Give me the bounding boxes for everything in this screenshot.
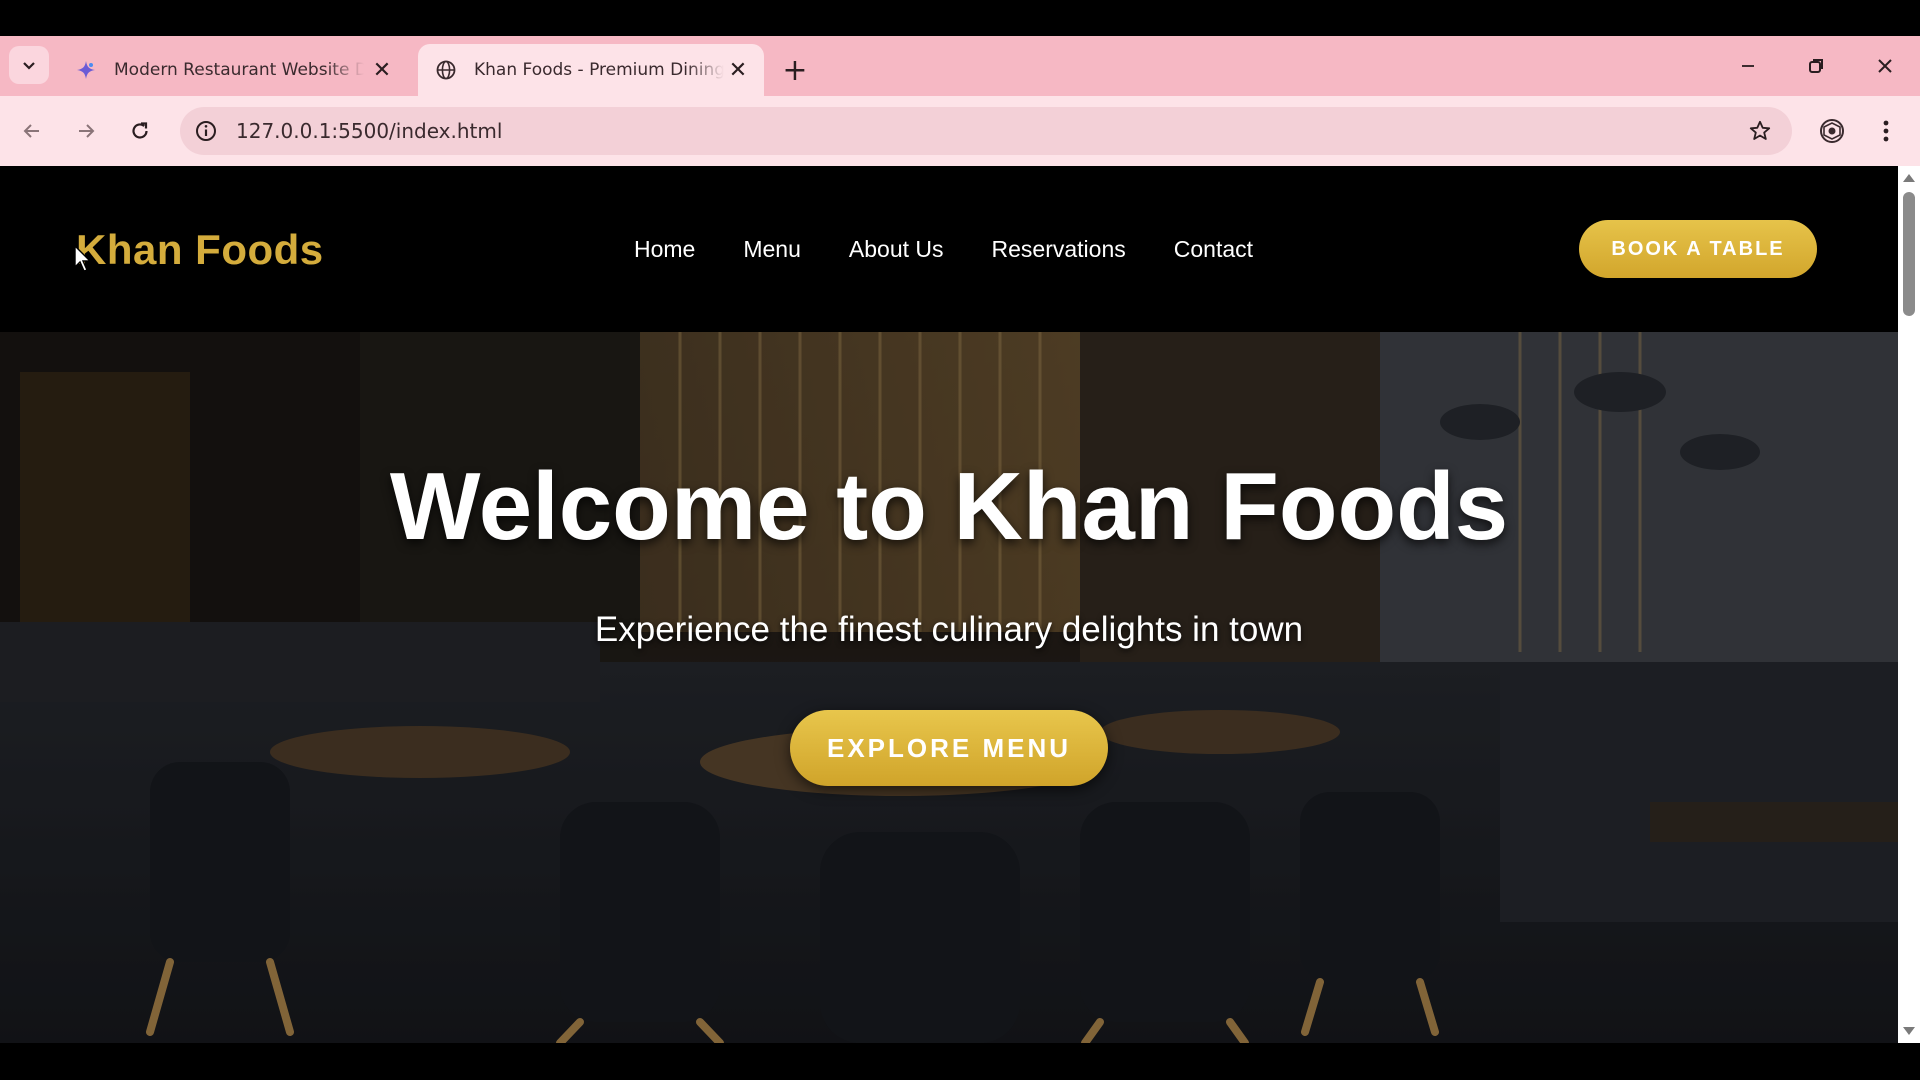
url-text: 127.0.0.1:5500/index.html [236,119,503,143]
back-button[interactable] [12,111,52,151]
arrow-right-icon [79,124,95,138]
site-logo[interactable]: Khan Foods [76,226,324,274]
explore-menu-button[interactable]: EXPLORE MENU [790,710,1108,786]
minimize-icon [1742,65,1754,67]
reload-button[interactable] [120,111,160,151]
close-tab-icon[interactable]: ✕ [726,57,750,82]
main-nav: Home Menu About Us Reservations Contact [634,236,1253,263]
tab-search-button[interactable] [9,46,49,84]
hero-subtitle: Experience the finest culinary delights … [594,610,1304,649]
mouse-cursor-icon [74,245,92,272]
tab-modern-restaurant[interactable]: Modern Restaurant Website Design ✕ [58,44,408,96]
globe-icon [434,58,458,82]
tab-title: Modern Restaurant Website Design [114,60,364,80]
reload-icon [132,122,148,139]
nav-reservations[interactable]: Reservations [992,236,1126,263]
browser-menu-button[interactable] [1870,113,1902,149]
restore-button[interactable] [1796,50,1836,82]
page-scrollbar[interactable] [1898,166,1920,1043]
tab-khan-foods[interactable]: Khan Foods - Premium Dining Experience ✕ [418,44,764,96]
scroll-up-arrow-icon[interactable] [1903,174,1915,182]
tab-title: Khan Foods - Premium Dining Experience [474,60,724,80]
arrow-left-icon [23,124,39,138]
site-header: Khan Foods Home Menu About Us Reservatio… [0,166,1898,332]
close-tab-icon[interactable]: ✕ [370,57,394,82]
book-a-table-button[interactable]: BOOK A TABLE [1579,220,1817,278]
page-viewport: Khan Foods Home Menu About Us Reservatio… [0,166,1898,1043]
scroll-down-arrow-icon[interactable] [1903,1027,1915,1035]
browser-tab-strip: Modern Restaurant Website Design ✕ Khan … [0,36,1920,96]
nav-about-us[interactable]: About Us [849,236,944,263]
hero-overlay [0,332,1898,1043]
minimize-button[interactable] [1728,50,1768,82]
chevron-down-icon [23,62,35,70]
forward-button[interactable] [66,111,106,151]
ai-spark-icon [74,58,98,82]
hero-title: Welcome to Khan Foods [389,453,1509,560]
screen-top-border [0,0,1920,36]
address-bar[interactable]: 127.0.0.1:5500/index.html [180,107,1792,155]
new-tab-button[interactable]: + [778,53,812,88]
kebab-menu-icon [1883,120,1889,142]
hero-section: Welcome to Khan Foods Experience the fin… [0,332,1898,1043]
extension-icon[interactable] [1814,113,1850,149]
nav-contact[interactable]: Contact [1174,236,1253,263]
restore-icon [1809,59,1823,73]
nav-home[interactable]: Home [634,236,695,263]
site-info-icon[interactable] [192,117,220,145]
screen-bottom-border [0,1043,1920,1080]
scrollbar-thumb[interactable] [1903,192,1915,316]
close-icon [1878,59,1892,73]
nav-menu[interactable]: Menu [743,236,801,263]
browser-toolbar: 127.0.0.1:5500/index.html [0,96,1920,166]
bookmark-star-icon[interactable] [1748,119,1772,143]
close-window-button[interactable] [1865,50,1905,82]
